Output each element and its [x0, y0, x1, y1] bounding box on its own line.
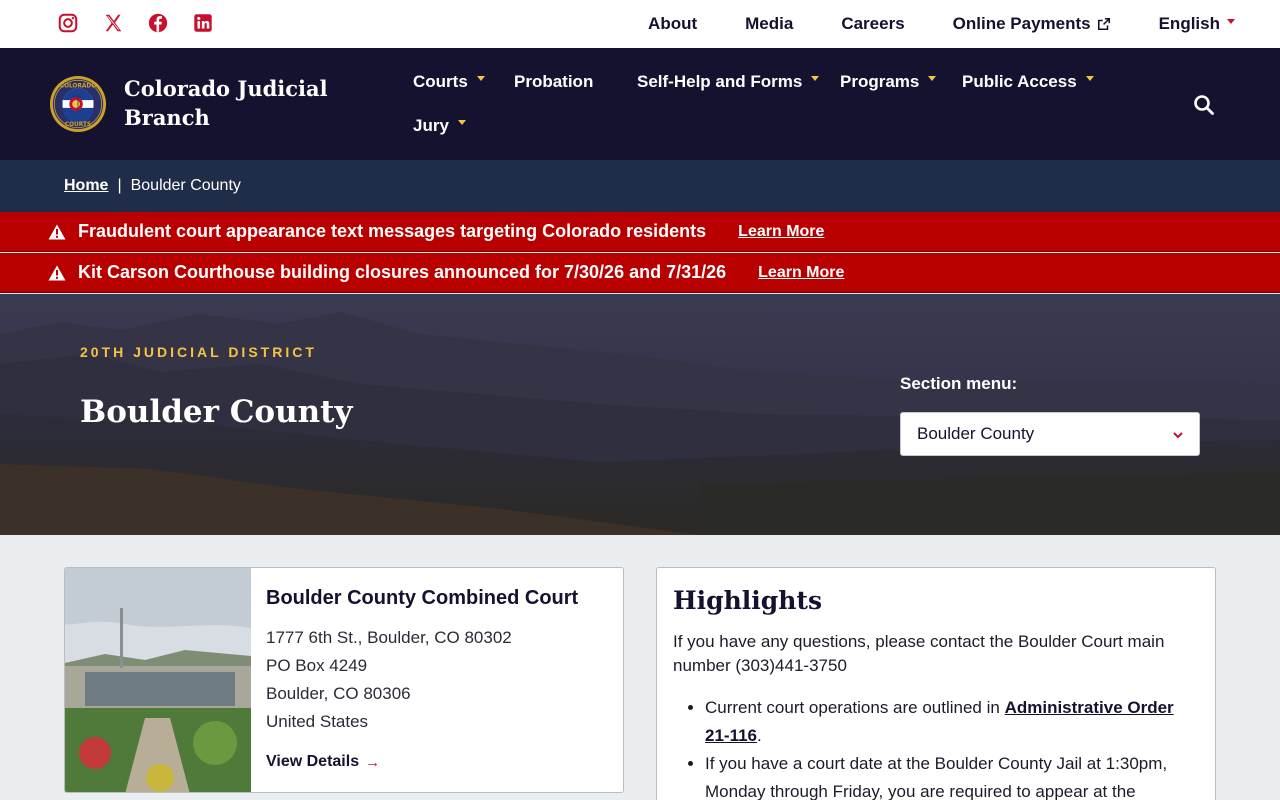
alert-learn-more-link[interactable]: Learn More	[738, 223, 824, 241]
highlights-list: Current court operations are outlined in…	[705, 694, 1200, 800]
social-links	[57, 12, 237, 34]
alert-banner: Kit Carson Courthouse building closures …	[0, 253, 1280, 293]
address-line: PO Box 4249	[266, 656, 368, 675]
chevron-down-icon	[811, 75, 820, 81]
main-header: COLORADO COURTS Colorado Judicial Branch…	[0, 48, 1280, 160]
nav-programs-label: Programs	[840, 72, 920, 91]
section-menu-select[interactable]: Boulder County	[900, 412, 1200, 456]
nav-self-help[interactable]: Self-Help and Forms	[637, 72, 820, 92]
linkedin-icon[interactable]	[192, 12, 214, 34]
highlights-card: Highlights If you have any questions, pl…	[656, 567, 1216, 800]
alert-text: Fraudulent court appearance text message…	[78, 221, 707, 241]
list-item: If you have a court date at the Boulder …	[705, 750, 1200, 800]
nav-probation[interactable]: Probation	[514, 72, 593, 92]
online-payments-label: Online Payments	[952, 14, 1091, 33]
instagram-icon[interactable]	[57, 12, 79, 34]
view-details-label: View Details	[266, 753, 360, 770]
highlights-intro: If you have any questions, please contac…	[673, 632, 1165, 675]
utility-nav: About Media Careers Online Payments Engl…	[600, 0, 1235, 48]
section-menu-value: Boulder County	[917, 424, 1035, 443]
search-icon[interactable]	[1193, 94, 1215, 116]
court-card: Boulder County Combined Court 1777 6th S…	[64, 567, 624, 793]
list-item-text: Current court operations are outlined in	[705, 698, 1005, 717]
hero-eyebrow: 20TH JUDICIAL DISTRICT	[80, 344, 317, 360]
courthouse-photo	[65, 568, 251, 792]
address-line: United States	[266, 712, 369, 731]
facebook-icon[interactable]	[147, 12, 169, 34]
court-address: 1777 6th St., Boulder, CO 80302 PO Box 4…	[266, 624, 512, 736]
nav-probation-label: Probation	[514, 72, 594, 91]
svg-text:COLORADO: COLORADO	[60, 84, 96, 90]
colorado-judicial-seal-logo[interactable]: COLORADO COURTS	[49, 75, 107, 133]
nav-programs[interactable]: Programs	[840, 72, 937, 92]
site-brand-name[interactable]: Colorado Judicial Branch	[124, 74, 344, 132]
chevron-down-icon	[476, 75, 485, 81]
warning-icon	[48, 265, 66, 280]
chevron-down-icon	[928, 75, 937, 81]
nav-courts[interactable]: Courts	[413, 72, 485, 92]
view-details-link[interactable]: View Details →	[266, 753, 380, 771]
chevron-down-icon	[457, 119, 466, 125]
language-label: English	[1158, 14, 1220, 33]
careers-link[interactable]: Careers	[841, 14, 904, 34]
alert-text: Kit Carson Courthouse building closures …	[78, 262, 727, 282]
breadcrumb: Home | Boulder County	[0, 160, 1280, 212]
address-line: 1777 6th St., Boulder, CO 80302	[266, 628, 512, 647]
nav-courts-label: Courts	[413, 72, 468, 91]
highlights-title: Highlights	[673, 586, 823, 615]
chevron-down-icon	[1227, 18, 1235, 24]
about-link[interactable]: About	[648, 14, 697, 34]
external-link-icon	[1097, 17, 1110, 31]
online-payments-link[interactable]: Online Payments	[953, 14, 1111, 34]
x-twitter-icon[interactable]	[102, 12, 124, 34]
breadcrumb-home-link[interactable]: Home	[64, 177, 108, 195]
arrow-right-icon: →	[365, 753, 381, 771]
address-line: Boulder, CO 80306	[266, 684, 411, 703]
alert-banner: Fraudulent court appearance text message…	[0, 212, 1280, 252]
breadcrumb-separator: |	[117, 177, 122, 194]
warning-icon	[48, 224, 66, 239]
court-title: Boulder County Combined Court	[266, 587, 579, 609]
nav-jury[interactable]: Jury	[413, 116, 466, 136]
media-link[interactable]: Media	[745, 14, 793, 34]
nav-public-access-label: Public Access	[962, 72, 1077, 91]
list-item-punctuation: .	[757, 726, 762, 745]
language-select[interactable]: English	[1159, 14, 1235, 34]
section-menu-label: Section menu:	[900, 374, 1018, 393]
page-title: Boulder County	[80, 394, 353, 430]
chevron-down-icon	[1085, 75, 1094, 81]
nav-jury-label: Jury	[413, 116, 449, 135]
chevron-down-icon	[1173, 432, 1183, 439]
alert-learn-more-link[interactable]: Learn More	[758, 264, 844, 282]
breadcrumb-current: Boulder County	[130, 177, 241, 194]
svg-text:COURTS: COURTS	[65, 122, 91, 128]
nav-self-help-label: Self-Help and Forms	[637, 72, 803, 91]
utility-bar: About Media Careers Online Payments Engl…	[0, 0, 1280, 48]
nav-public-access[interactable]: Public Access	[962, 72, 1094, 92]
page-hero: 20TH JUDICIAL DISTRICT Boulder County Se…	[0, 294, 1280, 535]
list-item: Current court operations are outlined in…	[705, 694, 1200, 750]
